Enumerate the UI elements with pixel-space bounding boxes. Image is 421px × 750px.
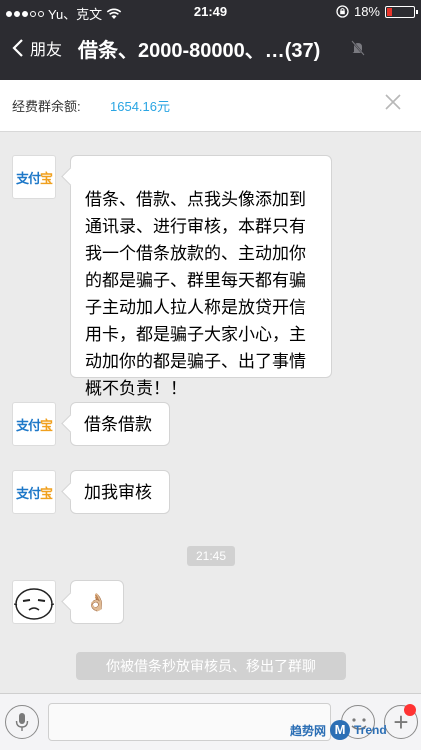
cartoon-face-icon <box>14 588 54 620</box>
battery-icon <box>385 5 418 18</box>
balance-label: 经费群余额: <box>12 99 81 114</box>
message-bubble[interactable]: 借条、借款、点我头像添加到通讯录、进行审核，本群只有我一个借条放款的、主动加你的… <box>70 155 332 398</box>
alipay-avatar[interactable]: 支付宝 <box>12 402 56 446</box>
close-icon[interactable] <box>385 94 401 110</box>
alipay-avatar[interactable]: 支付宝 <box>12 470 56 514</box>
chat-title: 借条、2000-80000、…(37) <box>78 40 321 62</box>
top-bar: Yu、克文 21:49 18% 朋友 借条、2000-80000、…(37) <box>0 0 421 80</box>
balance-amount: 1654.16元 <box>110 99 170 114</box>
status-bar: Yu、克文 21:49 18% <box>0 0 421 24</box>
alipay-logo: 支付宝 <box>15 170 53 186</box>
alipay-logo: 支付宝 <box>15 485 53 501</box>
rotation-lock-icon <box>336 5 349 18</box>
battery-percent: 18% <box>353 4 380 19</box>
message-bubble[interactable]: 👌🏼 <box>70 580 124 624</box>
chevron-left-icon <box>12 39 23 57</box>
time-separator: 21:45 <box>187 546 235 566</box>
cartoon-avatar[interactable] <box>12 580 56 624</box>
notification-dot <box>404 704 416 716</box>
bell-slash-icon <box>351 40 365 56</box>
alipay-avatar[interactable]: 支付宝 <box>12 155 56 199</box>
microphone-icon <box>15 713 29 731</box>
message-text: 借条借款 <box>84 415 152 434</box>
system-message: 你被借条秒放审核员、移出了群聊 <box>76 652 346 680</box>
alipay-logo: 支付宝 <box>15 417 53 433</box>
watermark: 趋势网 M Trend <box>290 720 387 740</box>
watermark-text: 趋势网 <box>290 723 327 738</box>
group-balance-bar: 经费群余额: 1654.16元 <box>0 80 421 132</box>
message-text: 借条、借款、点我头像添加到通讯录、进行审核，本群只有我一个借条放款的、主动加你的… <box>85 190 306 398</box>
back-label: 朋友 <box>30 42 63 59</box>
message-text: 加我审核 <box>84 483 152 502</box>
message-bubble[interactable]: 借条借款 <box>70 402 170 446</box>
voice-button[interactable] <box>5 705 39 739</box>
back-button[interactable]: 朋友 <box>12 36 62 60</box>
watermark-brand: Trend <box>354 723 387 737</box>
ok-hand-emoji: 👌🏼 <box>86 593 108 612</box>
nav-bar: 朋友 借条、2000-80000、…(37) <box>0 26 421 70</box>
message-bubble[interactable]: 加我审核 <box>70 470 170 514</box>
message-input[interactable] <box>48 703 331 741</box>
watermark-logo: M <box>330 720 351 740</box>
